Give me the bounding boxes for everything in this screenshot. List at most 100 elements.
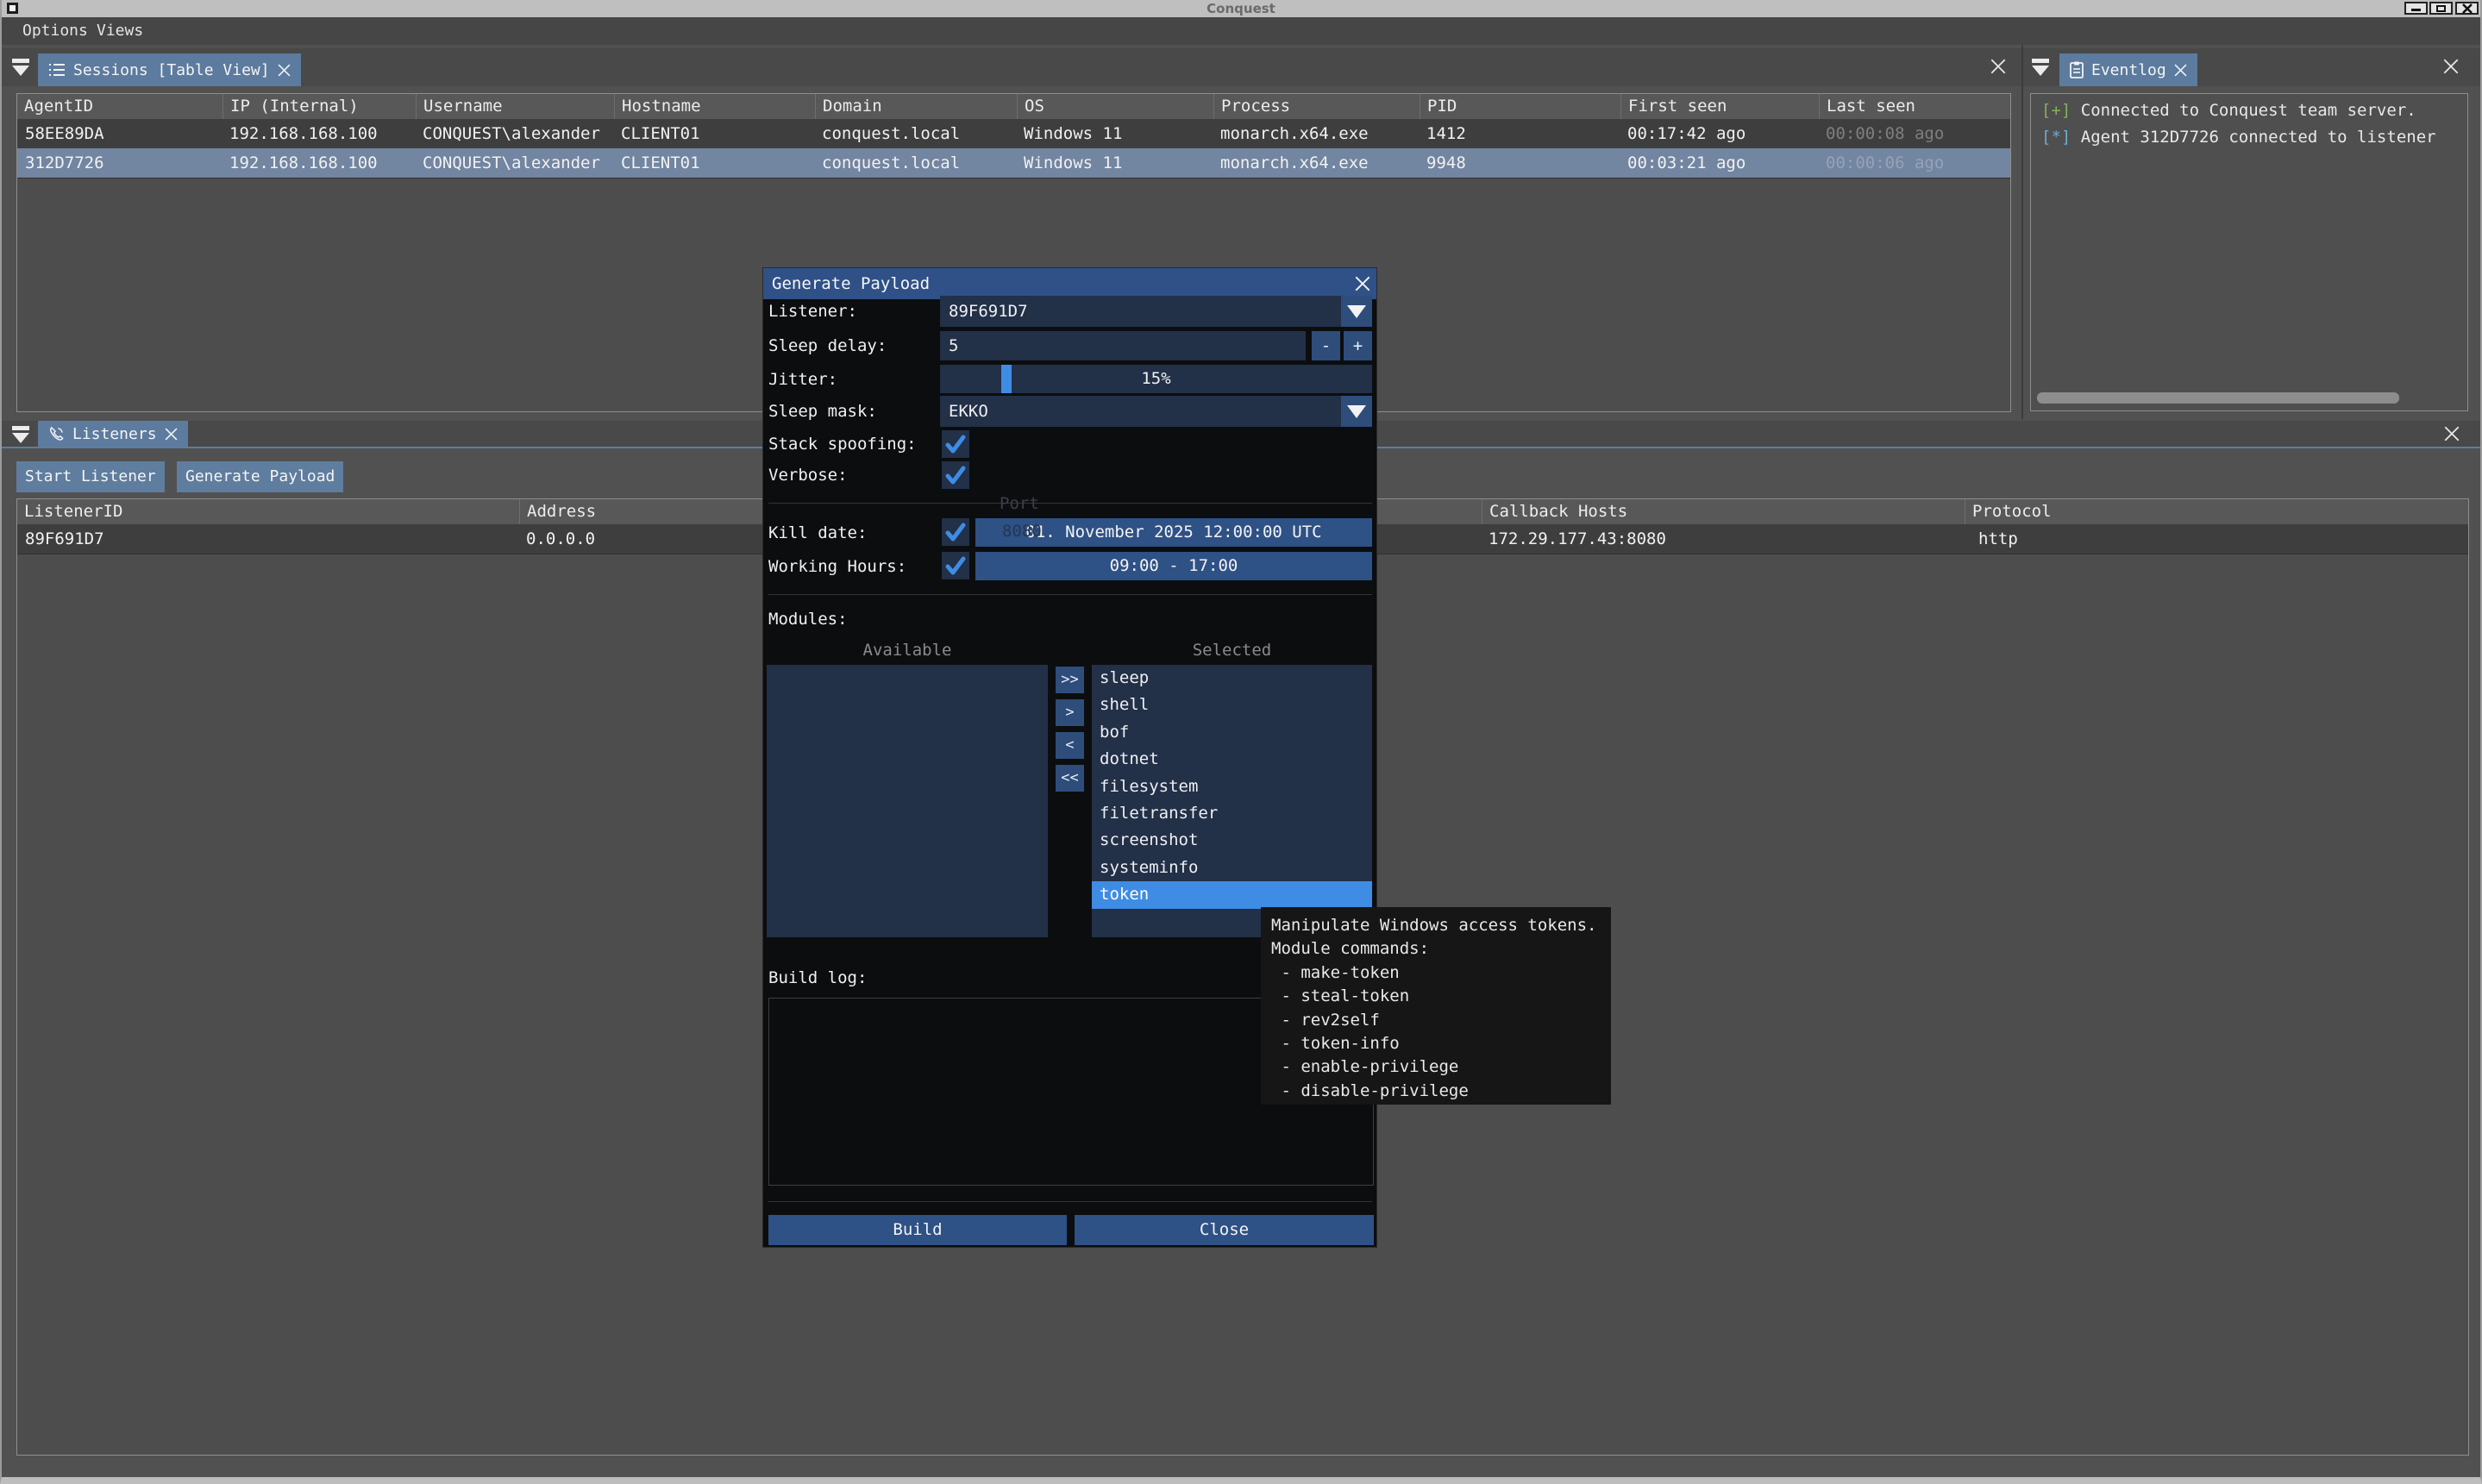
close-button[interactable]: Close <box>1075 1215 1374 1245</box>
tab-close-icon[interactable] <box>2174 64 2187 77</box>
cell-os: Windows 11 <box>1024 119 1122 148</box>
eventlog-line: [+] Connected to Conquest team server. <box>2041 101 2416 120</box>
col-agentid[interactable]: AgentID <box>17 94 229 119</box>
build-button[interactable]: Build <box>768 1215 1067 1245</box>
start-listener-button[interactable]: Start Listener <box>16 461 165 492</box>
col-hostname[interactable]: Hostname <box>614 94 822 119</box>
tab-sessions-label: Sessions [Table View] <box>73 61 270 79</box>
sleep-mask-combobox[interactable]: EKKO <box>940 396 1341 427</box>
dialog-titlebar[interactable]: Generate Payload <box>763 268 1376 299</box>
col-first-seen[interactable]: First seen <box>1620 94 1826 119</box>
available-modules-list[interactable] <box>767 665 1048 937</box>
cell-first-seen: 00:03:21 ago <box>1627 148 1746 178</box>
horizontal-scrollbar[interactable] <box>2037 392 2399 404</box>
col-os[interactable]: OS <box>1017 94 1220 119</box>
jitter-label: Jitter: <box>768 370 837 389</box>
menu-options[interactable]: Options <box>17 17 93 45</box>
minimize-icon <box>2411 9 2421 11</box>
module-item-bof[interactable]: bof <box>1092 719 1372 746</box>
build-log-label: Build log: <box>768 968 867 987</box>
sleep-delay-input[interactable]: 5 <box>940 331 1306 360</box>
sessions-table-header[interactable]: AgentID IP (Internal) Username Hostname … <box>17 94 2010 120</box>
tooltip-line: - token-info <box>1271 1032 1611 1055</box>
eventlog-output[interactable]: [+] Connected to Conquest team server. [… <box>2030 93 2468 411</box>
list-icon <box>48 62 66 78</box>
generate-payload-button[interactable]: Generate Payload <box>177 461 343 492</box>
sleep-mask-combo-arrow[interactable] <box>1341 396 1372 427</box>
tab-close-icon[interactable] <box>278 64 291 77</box>
menu-views[interactable]: Views <box>91 17 148 45</box>
col-callback-hosts[interactable]: Callback Hosts <box>1482 499 1971 524</box>
listeners-panel-close-icon[interactable] <box>2444 426 2460 441</box>
session-row-58EE89DA[interactable]: 58EE89DA 192.168.168.100 CONQUEST\alexan… <box>17 119 2010 149</box>
module-item-token-selected[interactable]: token <box>1092 881 1372 908</box>
session-row-312D7726-selected[interactable]: 312D7726 192.168.168.100 CONQUEST\alexan… <box>17 148 2010 178</box>
col-domain[interactable]: Domain <box>815 94 1024 119</box>
collapse-panel-icon[interactable] <box>12 59 31 76</box>
move-one-left-button[interactable]: < <box>1056 732 1084 759</box>
collapse-panel-icon[interactable] <box>12 426 31 443</box>
panel-divider <box>2021 45 2023 419</box>
move-all-right-button[interactable]: >> <box>1056 667 1084 693</box>
close-icon <box>2462 3 2473 14</box>
jitter-slider[interactable]: 15% <box>940 365 1372 393</box>
col-username[interactable]: Username <box>416 94 621 119</box>
cell-last-seen: 00:00:06 ago <box>1826 148 1944 178</box>
tab-listeners[interactable]: Listeners <box>38 421 188 447</box>
module-item-sleep[interactable]: sleep <box>1092 665 1372 692</box>
kill-date-label: Kill date: <box>768 523 867 542</box>
maximize-button[interactable] <box>2429 2 2453 15</box>
sleep-delay-decrement-button[interactable]: - <box>1312 331 1340 360</box>
working-hours-checkbox[interactable] <box>942 552 969 579</box>
available-list-header: Available <box>767 641 1048 660</box>
cell-process: monarch.x64.exe <box>1220 148 1369 178</box>
col-last-seen[interactable]: Last seen <box>1819 94 2018 119</box>
check-icon <box>942 552 969 579</box>
cell-agentid: 312D7726 <box>25 148 104 178</box>
tab-close-icon[interactable] <box>165 428 178 441</box>
chevron-down-icon <box>1347 405 1366 418</box>
ghost-port-value: 8080 <box>1002 522 1042 541</box>
col-process[interactable]: Process <box>1213 94 1426 119</box>
stack-spoofing-checkbox[interactable] <box>942 430 969 458</box>
module-item-dotnet[interactable]: dotnet <box>1092 746 1372 773</box>
selected-modules-list[interactable]: sleep shell bof dotnet filesystem filetr… <box>1092 665 1372 937</box>
module-item-screenshot[interactable]: screenshot <box>1092 827 1372 854</box>
menubar: Options Views <box>2 17 2480 45</box>
minimize-button[interactable] <box>2404 2 2428 15</box>
close-window-button[interactable] <box>2455 2 2479 15</box>
maximize-icon <box>2436 5 2446 12</box>
tab-eventlog[interactable]: Eventlog <box>2059 53 2197 86</box>
check-icon <box>942 518 969 546</box>
listener-combobox[interactable]: 89F691D7 <box>940 296 1341 327</box>
cell-domain: conquest.local <box>822 148 960 178</box>
col-ip[interactable]: IP (Internal) <box>223 94 423 119</box>
module-tooltip: Manipulate Windows access tokens. Module… <box>1261 907 1611 1105</box>
verbose-checkbox[interactable] <box>942 461 969 489</box>
move-one-right-button[interactable]: > <box>1056 699 1084 726</box>
dialog-close-icon[interactable] <box>1355 276 1370 291</box>
separator <box>768 1201 1372 1202</box>
collapse-panel-icon[interactable] <box>2032 59 2051 76</box>
module-item-filetransfer[interactable]: filetransfer <box>1092 800 1372 827</box>
cell-last-seen: 00:00:08 ago <box>1826 119 1944 148</box>
listener-combo-arrow[interactable] <box>1341 296 1372 327</box>
tooltip-line: - disable-privilege <box>1271 1080 1611 1103</box>
kill-date-checkbox[interactable] <box>942 518 969 546</box>
tab-sessions-table-view[interactable]: Sessions [Table View] <box>38 53 301 86</box>
col-protocol[interactable]: Protocol <box>1965 499 2476 524</box>
phone-icon <box>48 426 65 442</box>
ghost-port-header: Port <box>1000 494 1039 513</box>
col-listenerid[interactable]: ListenerID <box>17 499 525 524</box>
col-pid[interactable]: PID <box>1420 94 1627 119</box>
module-item-shell[interactable]: shell <box>1092 692 1372 718</box>
sessions-panel-close-icon[interactable] <box>1990 59 2006 74</box>
module-item-filesystem[interactable]: filesystem <box>1092 773 1372 800</box>
move-all-left-button[interactable]: << <box>1056 765 1084 792</box>
jitter-value: 15% <box>940 365 1372 393</box>
cell-address: 0.0.0.0 <box>526 524 595 554</box>
module-item-systeminfo[interactable]: systeminfo <box>1092 855 1372 881</box>
eventlog-panel-close-icon[interactable] <box>2443 59 2459 74</box>
working-hours-button[interactable]: 09:00 - 17:00 <box>975 552 1372 580</box>
sleep-delay-increment-button[interactable]: + <box>1344 331 1372 360</box>
